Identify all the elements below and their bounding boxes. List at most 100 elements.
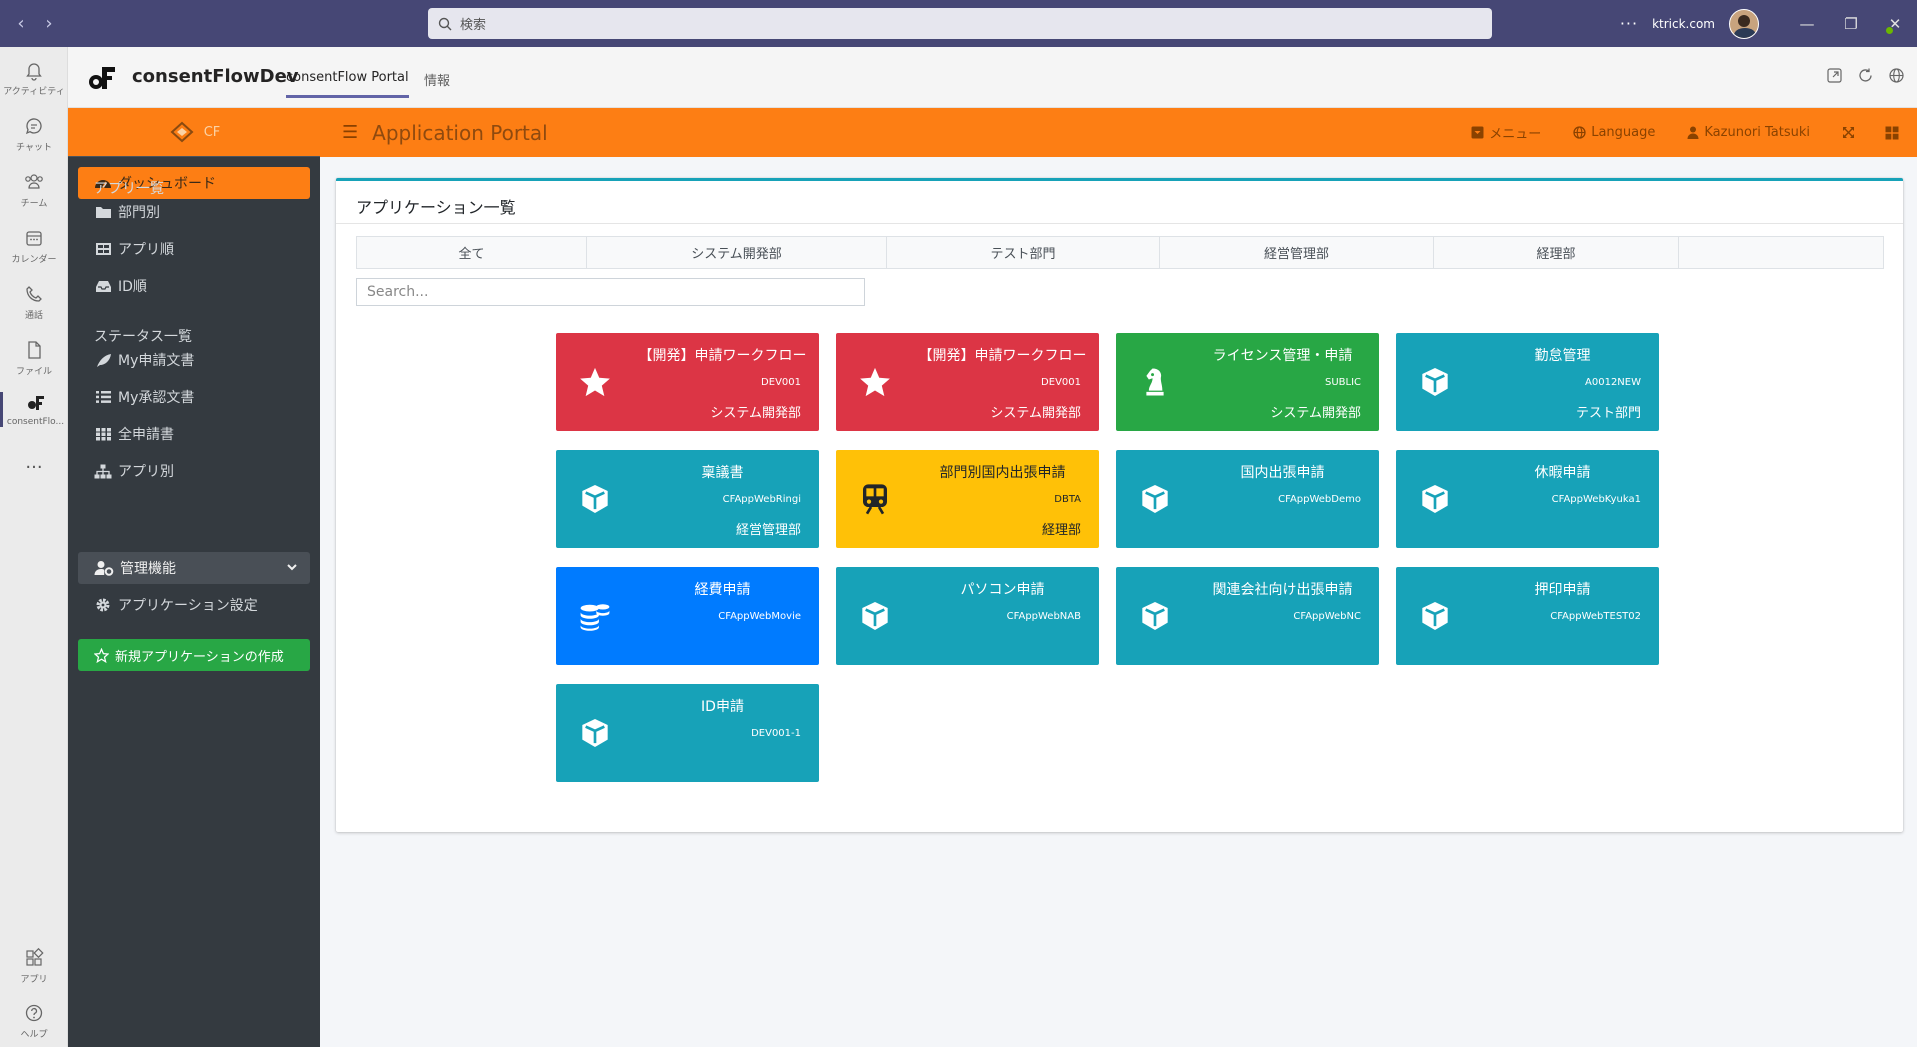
rail-calls[interactable]: 通話 <box>0 283 68 321</box>
cube-icon <box>582 485 608 513</box>
filter-tab-accounting[interactable]: 経理部 <box>1434 237 1679 268</box>
star-icon <box>580 367 610 397</box>
fullscreen-button[interactable] <box>1842 126 1855 139</box>
app-tile[interactable]: ID申請 DEV001-1 <box>556 684 819 782</box>
cube-icon <box>1422 368 1448 396</box>
caret-square-down-icon <box>1471 126 1484 139</box>
rail-activity[interactable]: アクティビティ <box>0 59 68 97</box>
language-dropdown[interactable]: Language <box>1573 125 1655 140</box>
rail-label: consentFlo... <box>6 417 65 427</box>
cube-icon <box>1422 602 1448 630</box>
app-tile-title: 関連会社向け出張申請 <box>1212 582 1353 598</box>
sidebar-item-label: My申請文書 <box>118 353 195 369</box>
sidebar-item-by-app[interactable]: アプリ順 <box>94 239 174 259</box>
sidebar-item-admin[interactable]: 管理機能 <box>78 552 310 584</box>
rail-chat[interactable]: チャット <box>0 115 68 153</box>
app-tile[interactable]: ライセンス管理・申請 SUBLIC システム開発部 <box>1116 333 1379 431</box>
app-tile-code: CFAppWebNC <box>1293 611 1361 622</box>
rail-calendar[interactable]: カレンダー <box>0 227 68 265</box>
filter-tab-all[interactable]: 全て <box>357 237 587 268</box>
more-apps-icon[interactable]: ··· <box>0 457 68 478</box>
rail-files[interactable]: ファイル <box>0 339 68 377</box>
app-tile[interactable]: 国内出張申請 CFAppWebDemo <box>1116 450 1379 548</box>
app-tile[interactable]: 部門別国内出張申請 DBTA 経理部 <box>836 450 1099 548</box>
app-tile[interactable]: 勤怠管理 A0012NEW テスト部門 <box>1396 333 1659 431</box>
app-search-input[interactable] <box>356 278 865 306</box>
filter-tab-system-dev[interactable]: システム開発部 <box>587 237 887 268</box>
app-tile-code: CFAppWebTEST02 <box>1550 611 1641 622</box>
app-tile[interactable]: 【開発】申請ワークフロー DEV001 システム開発部 <box>556 333 819 431</box>
new-application-button[interactable]: 新規アプリケーションの作成 <box>78 639 310 671</box>
coins-icon <box>580 604 610 631</box>
global-search-placeholder: 検索 <box>460 18 487 33</box>
app-tile[interactable]: 関連会社向け出張申請 CFAppWebNC <box>1116 567 1379 665</box>
sidebar-item-label: My承認文書 <box>118 390 195 406</box>
app-tile-title: 稟議書 <box>701 465 744 481</box>
app-tile[interactable]: 【開発】申請ワークフロー DEV001 システム開発部 <box>836 333 1099 431</box>
app-tile[interactable]: 休暇申請 CFAppWebKyuka1 <box>1396 450 1659 548</box>
rail-label: アプリ <box>20 975 48 985</box>
app-tile-code: CFAppWebRingi <box>722 494 801 505</box>
list-icon <box>95 391 111 403</box>
global-search-box[interactable]: 検索 <box>428 8 1492 39</box>
new-application-label: 新規アプリケーションの作成 <box>115 649 284 665</box>
department-filter-bar: 全て システム開発部 テスト部門 経営管理部 経理部 <box>356 236 1884 269</box>
app-tile-department: システム開発部 <box>990 406 1081 421</box>
close-icon[interactable]: ✕ <box>1873 15 1917 33</box>
sidebar-item-label: アプリ順 <box>118 242 174 258</box>
rail-consentflow[interactable]: consentFlo... <box>0 392 68 427</box>
rail-teams[interactable]: チーム <box>0 171 68 209</box>
grid-table-icon <box>95 243 111 255</box>
rail-help[interactable]: ヘルプ <box>0 1002 68 1040</box>
hamburger-menu-icon[interactable]: ☰ <box>342 122 358 143</box>
topbar-actions: メニュー Language Kazunori Tatsuki <box>1471 108 1917 157</box>
forward-arrow-icon[interactable]: › <box>40 13 58 34</box>
language-label: Language <box>1591 125 1656 140</box>
tab-info[interactable]: 情報 <box>424 70 450 89</box>
popout-icon[interactable] <box>1826 67 1843 84</box>
globe-icon[interactable] <box>1888 67 1905 84</box>
app-tile[interactable]: パソコン申請 CFAppWebNAB <box>836 567 1099 665</box>
sidebar-item-all-applications[interactable]: 全申請書 <box>94 424 174 444</box>
app-tile-code: DEV001 <box>761 377 801 388</box>
sidebar-brand[interactable]: CF <box>68 108 320 157</box>
star-outline-icon <box>94 647 109 663</box>
apps-grid-button[interactable] <box>1885 126 1899 140</box>
filter-tab-empty[interactable] <box>1679 237 1883 268</box>
sidebar-header-app-list: アプリ一覧 <box>94 181 164 197</box>
avatar[interactable] <box>1729 8 1759 39</box>
sidebar-item-label: アプリ別 <box>118 464 174 480</box>
chat-icon <box>25 118 42 135</box>
sidebar-item-app-settings[interactable]: アプリケーション設定 <box>94 595 258 615</box>
rail-label: カレンダー <box>11 255 57 265</box>
minimize-icon[interactable]: — <box>1785 15 1829 33</box>
restore-icon[interactable]: ❐ <box>1829 15 1873 33</box>
sidebar-item-by-id[interactable]: ID順 <box>94 276 147 296</box>
sidebar-item-by-department[interactable]: 部門別 <box>94 202 160 222</box>
app-tile-code: CFAppWebMovie <box>718 611 801 622</box>
app-tile-title: 【開発】申請ワークフロー <box>918 348 1087 364</box>
app-tile[interactable]: 稟議書 CFAppWebRingi 経営管理部 <box>556 450 819 548</box>
app-tile-title: 国内出張申請 <box>1240 465 1325 481</box>
filter-tab-test[interactable]: テスト部門 <box>887 237 1160 268</box>
menu-dropdown[interactable]: メニュー <box>1471 123 1541 142</box>
titlebar-right: ··· ktrick.com — ❐ ✕ <box>1620 0 1917 47</box>
sidebar-item-my-approvals[interactable]: My承認文書 <box>94 387 194 407</box>
app-tile-department: システム開発部 <box>710 406 801 421</box>
sidebar-item-by-app-status[interactable]: アプリ別 <box>94 461 174 481</box>
org-name[interactable]: ktrick.com <box>1652 17 1715 31</box>
filter-tab-management[interactable]: 経営管理部 <box>1160 237 1434 268</box>
app-tile-title: 経費申請 <box>694 582 751 598</box>
content-area: アプリケーション一覧 全て システム開発部 テスト部門 経営管理部 経理部 【開… <box>320 157 1917 1047</box>
rail-apps[interactable]: アプリ <box>0 947 68 985</box>
refresh-icon[interactable] <box>1857 67 1874 84</box>
sitemap-icon <box>94 464 112 478</box>
app-tile[interactable]: 押印申請 CFAppWebTEST02 <box>1396 567 1659 665</box>
user-dropdown[interactable]: Kazunori Tatsuki <box>1687 125 1810 140</box>
tab-consentflow-portal[interactable]: consentFlow Portal <box>286 70 409 98</box>
cube-icon <box>582 719 608 747</box>
back-arrow-icon[interactable]: ‹ <box>12 13 30 34</box>
sidebar-item-my-applications[interactable]: My申請文書 <box>94 350 194 370</box>
more-options-icon[interactable]: ··· <box>1620 14 1638 33</box>
app-tile[interactable]: 経費申請 CFAppWebMovie <box>556 567 819 665</box>
